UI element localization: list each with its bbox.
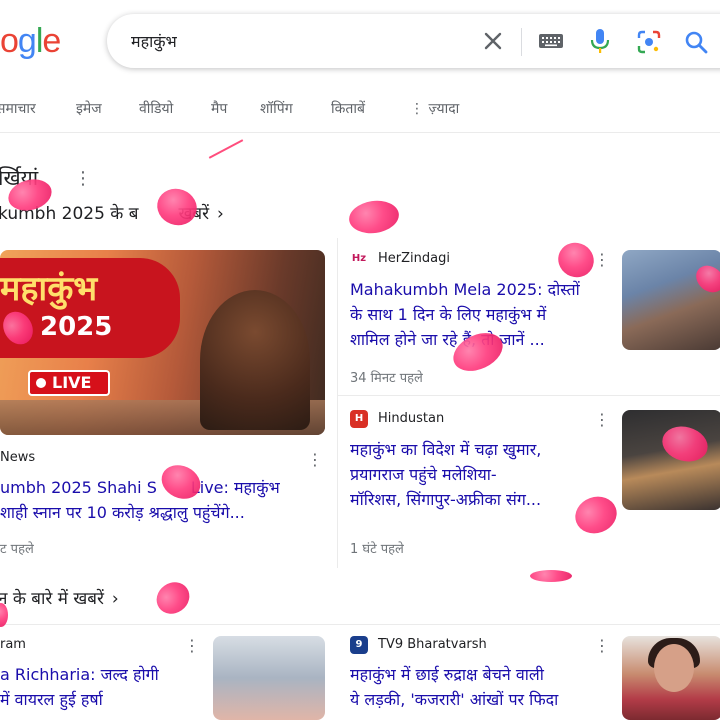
logo-letter-o: o [0, 22, 19, 60]
headline-line: महाकुंभ में छाई रुद्राक्ष बेचने वाली [350, 665, 544, 684]
headline-line: महाकुंभ का विदेश में चढ़ा खुमार, [350, 440, 542, 459]
article-thumbnail[interactable] [213, 636, 325, 720]
article-thumbnail[interactable] [622, 410, 720, 510]
section-divider [0, 624, 720, 625]
article-headline[interactable]: a Richharia: जल्द होगी में वायरल हुई हर्… [0, 662, 205, 712]
close-icon[interactable] [481, 29, 505, 53]
tab-books[interactable]: किताबें [331, 99, 365, 118]
tab-maps[interactable]: मैप [211, 99, 227, 118]
headline-line: में वायरल हुई हर्षा [0, 690, 103, 709]
herzindagi-logo-icon: Hz [351, 253, 367, 264]
tab-more[interactable]: ⋮ ज़्यादा [410, 99, 459, 118]
live-badge: LIVE [28, 370, 110, 396]
lens-icon[interactable] [636, 29, 662, 55]
headline-line: शाही स्नान पर 10 करोड़ श्रद्धालु पहुंचें… [0, 503, 245, 522]
search-input[interactable]: महाकुंभ [131, 30, 177, 52]
search-icon[interactable] [683, 29, 709, 55]
more-vert-icon[interactable]: ⋮ [594, 250, 610, 269]
figure-graphic [200, 290, 310, 430]
chevron-right-icon: › [217, 204, 224, 224]
topic-link-2[interactable]: न के बारे में खबरें › [0, 586, 119, 609]
thumb-title: महाकुंभ [0, 269, 98, 309]
more-vert-icon[interactable]: ⋮ [184, 636, 200, 655]
headline-line: umbh 2025 Shahi S [0, 478, 157, 497]
hindustan-logo-icon: H [350, 410, 368, 428]
headline-line: ये लड़की, 'कजरारी' आंखों पर फिदा [350, 690, 559, 709]
article-time: 1 घंटे पहले [350, 542, 404, 557]
chevron-right-icon: › [111, 589, 119, 609]
article-headline[interactable]: महाकुंभ में छाई रुद्राक्ष बेचने वाली ये … [350, 662, 612, 712]
thumb-year: 2025 [40, 312, 113, 342]
logo-letter-g: g [17, 22, 37, 60]
article-time: ट पहले [0, 542, 34, 557]
headline-line: Mahakumbh Mela 2025: दोस्तों [350, 280, 580, 299]
mic-icon[interactable] [589, 27, 611, 55]
tv9-logo-icon: 9 [350, 636, 368, 654]
article-thumbnail[interactable] [622, 636, 720, 720]
rose-petal-icon [347, 197, 401, 237]
article-headline[interactable]: महाकुंभ का विदेश में चढ़ा खुमार, प्रयागर… [350, 437, 612, 512]
article-source: News [0, 450, 36, 465]
person-face [654, 644, 694, 692]
petal-streak [208, 139, 244, 159]
headline-line: प्रयागराज पहुंचे मलेशिया- [350, 465, 497, 484]
tabs-divider [0, 132, 720, 133]
topic-label: न के बारे में खबरें [0, 589, 104, 609]
rose-petal-icon [150, 575, 196, 621]
card-divider [338, 395, 720, 396]
more-vert-icon[interactable]: ⋮ [594, 636, 610, 655]
card-divider [337, 238, 338, 568]
logo-letter-e: e [42, 22, 61, 60]
more-vert-icon[interactable]: ⋮ [307, 450, 323, 469]
article-source: Hindustan [378, 411, 445, 426]
article-thumbnail-big[interactable]: महाकुंभ 2025 LIVE [0, 250, 325, 435]
tab-news[interactable]: समाचार [0, 99, 36, 118]
article-source: TV9 Bharatvarsh [378, 637, 487, 652]
headline-line: a Richharia: जल्द होगी [0, 665, 159, 684]
tab-videos[interactable]: वीडियो [139, 99, 173, 118]
article-time: 34 मिनट पहले [350, 371, 423, 386]
more-vert-icon[interactable]: ⋮ [74, 168, 92, 189]
headline-line: के साथ 1 दिन के लिए महाकुंभ में [350, 305, 547, 324]
keyboard-icon[interactable] [538, 32, 564, 50]
tab-images[interactable]: इमेज [76, 99, 102, 118]
search-box[interactable]: महाकुंभ [107, 14, 720, 68]
headline-line: मॉरिशस, सिंगापुर-अफ्रीका संग... [350, 490, 542, 509]
article-source: ram [0, 637, 26, 652]
tab-shopping[interactable]: शॉपिंग [260, 99, 293, 118]
rose-petal-icon [530, 570, 572, 582]
headline-line-live: Live: महाकुंभ [190, 478, 280, 497]
divider [521, 28, 522, 56]
google-logo[interactable]: ogle [0, 22, 61, 61]
more-vert-icon[interactable]: ⋮ [594, 410, 610, 429]
article-source: HerZindagi [378, 251, 450, 266]
